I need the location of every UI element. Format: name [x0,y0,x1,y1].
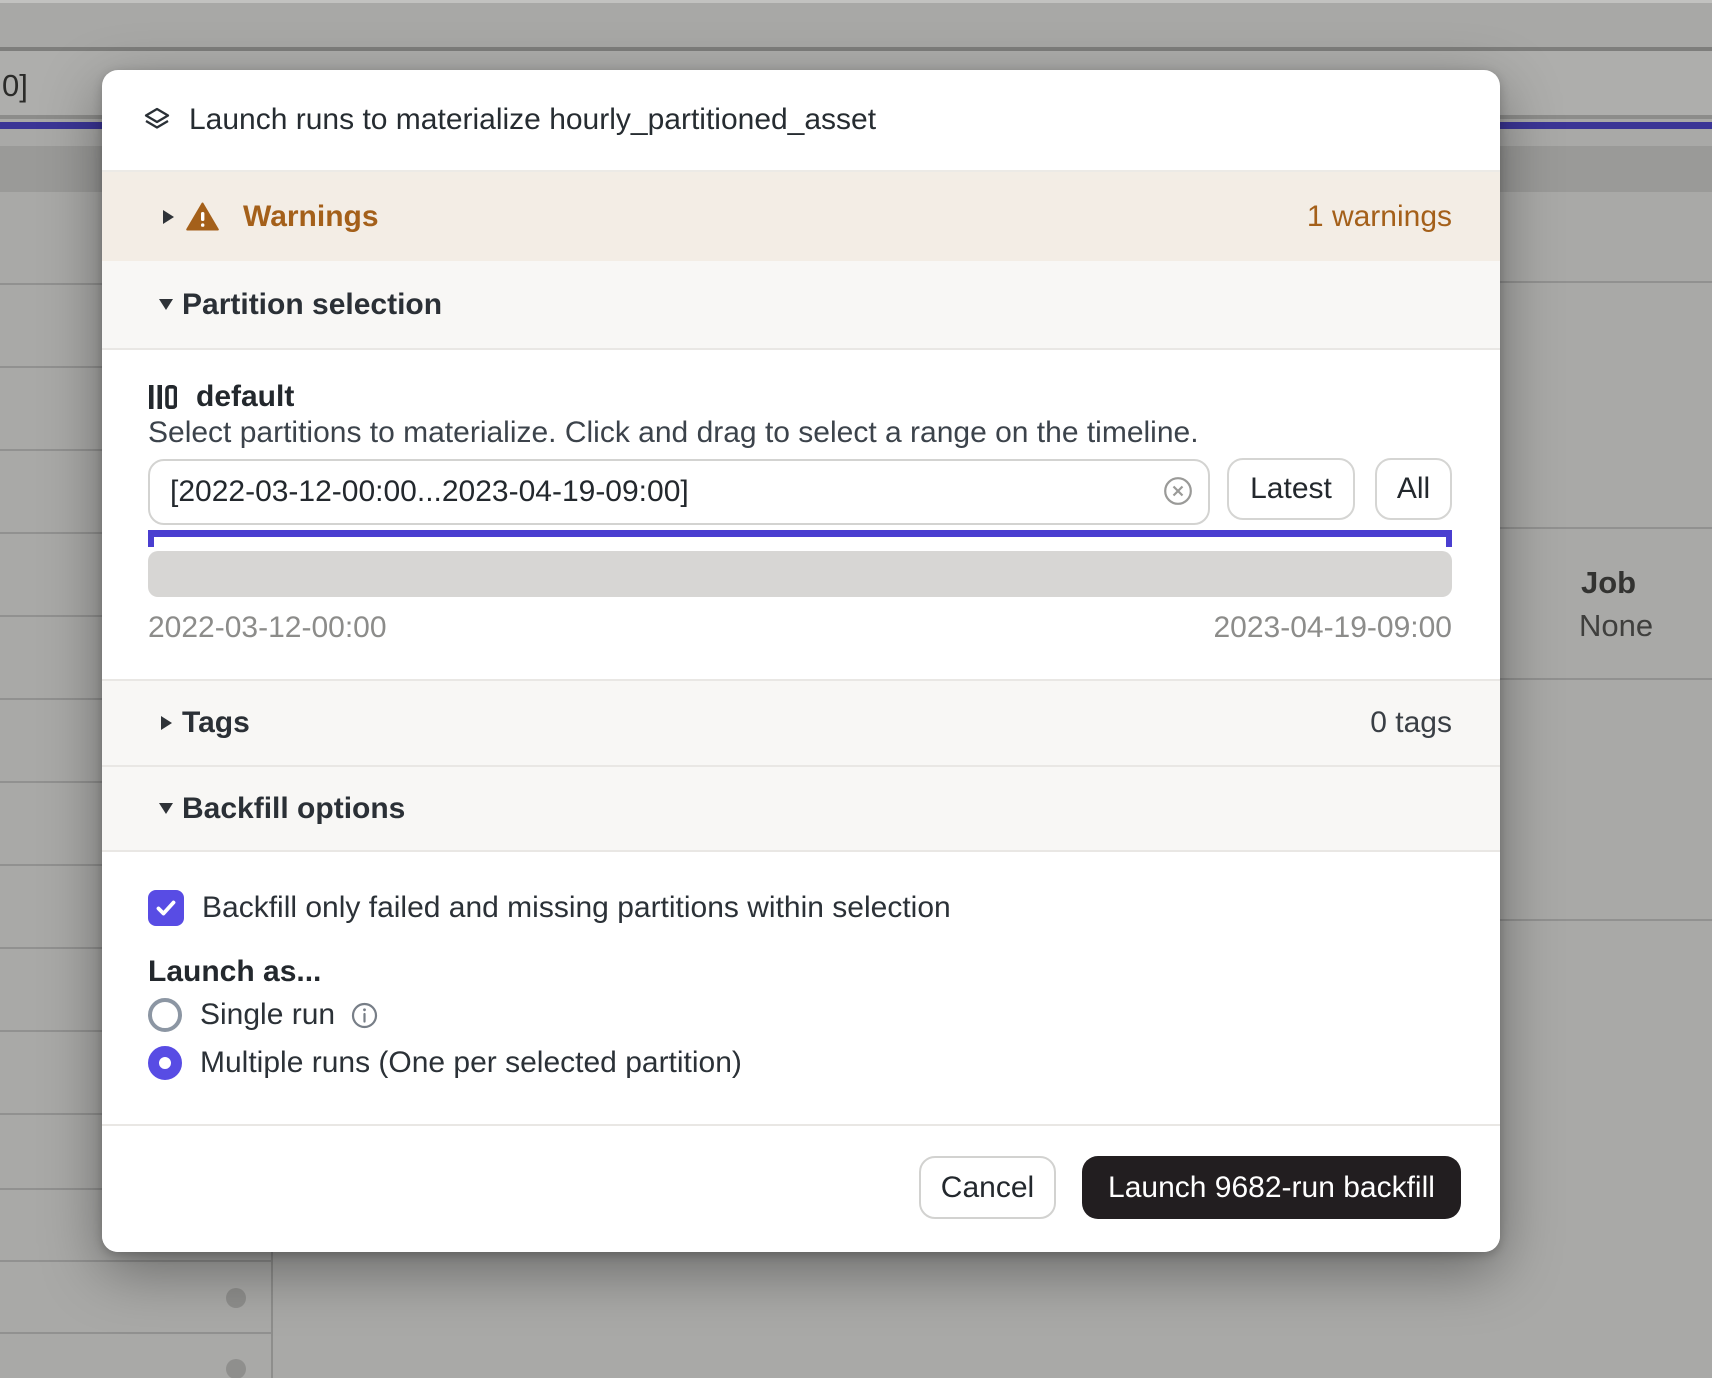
partition-set-name: default [196,380,294,414]
bg-table-row-line [0,781,102,783]
bg-table-row-line [0,947,102,949]
single-run-row: Single run [148,998,378,1032]
bg-table-row-line [1500,281,1712,283]
warnings-count: 1 warnings [1307,200,1452,234]
multiple-runs-label: Multiple runs (One per selected partitio… [200,1046,742,1080]
bg-column-divider [271,1250,273,1378]
warning-triangle-icon [186,202,219,231]
bg-table-row-line [0,1113,102,1115]
bg-job-column-label: Job [1581,565,1636,601]
layers-icon [143,106,171,134]
bg-toolbar-band [0,3,1712,47]
all-button[interactable]: All [1375,458,1452,520]
partition-selection-label: Partition selection [182,288,442,322]
backfill-options-label: Backfill options [182,792,405,826]
bg-table-row-line [1500,678,1712,680]
timeline-right-tick [1446,530,1452,547]
single-run-radio[interactable] [148,998,182,1032]
tags-count: 0 tags [1370,706,1452,740]
bg-table-row-line [0,864,102,866]
bg-table-row-line [1500,527,1712,529]
multiple-runs-radio[interactable] [148,1046,182,1080]
bg-table-row-line [0,698,102,700]
chevron-down-icon[interactable] [158,299,174,310]
warnings-label: Warnings [243,200,379,234]
dialog-titlebar: Launch runs to materialize hourly_partit… [102,70,1500,170]
launch-backfill-dialog: Launch runs to materialize hourly_partit… [102,70,1500,1252]
chevron-right-icon[interactable] [160,210,176,224]
timeline-track[interactable] [148,551,1452,597]
bg-table-row-line [0,615,102,617]
bg-table-row-line [0,1332,272,1334]
partition-set-icon [148,384,177,410]
info-icon[interactable] [351,1002,378,1029]
partition-selection-section-header[interactable]: Partition selection [102,261,1500,350]
timeline-start-label: 2022-03-12-00:00 [148,611,387,645]
cancel-button[interactable]: Cancel [919,1156,1056,1219]
partition-helper-text: Select partitions to materialize. Click … [148,416,1199,450]
backfill-only-failed-row: Backfill only failed and missing partiti… [148,890,951,926]
dialog-title: Launch runs to materialize hourly_partit… [189,103,876,137]
launch-as-label: Launch as... [148,955,321,989]
timeline-end-label: 2023-04-19-09:00 [1213,611,1452,645]
bg-truncated-text: 0] [2,68,28,104]
bg-table-row-line [0,1260,272,1262]
backfill-only-failed-label: Backfill only failed and missing partiti… [202,891,951,925]
partition-set-row: default [148,380,294,414]
clear-input-icon[interactable] [1162,476,1194,508]
backfill-options-body: Backfill only failed and missing partiti… [102,852,1500,1124]
bg-table-row-line [0,283,102,285]
bg-table-row-line [0,532,102,534]
partition-selection-body: default Select partitions to materialize… [102,350,1500,679]
launch-backfill-button[interactable]: Launch 9682-run backfill [1082,1156,1461,1219]
tags-section-header[interactable]: Tags 0 tags [102,679,1500,767]
bg-table-row-line [0,449,102,451]
dialog-footer: Cancel Launch 9682-run backfill [102,1124,1500,1252]
bg-table-row-line [0,1030,102,1032]
timeline-labels: 2022-03-12-00:00 2023-04-19-09:00 [148,611,1452,645]
partition-range-input[interactable] [148,459,1210,525]
bg-table-row-line [0,366,102,368]
bg-table-row-line [0,1188,102,1190]
multiple-runs-row: Multiple runs (One per selected partitio… [148,1046,742,1080]
single-run-label: Single run [200,998,335,1032]
chevron-down-icon[interactable] [158,803,174,814]
timeline-selection-line[interactable] [148,530,1452,537]
tags-label: Tags [182,706,250,740]
bg-status-dot [226,1359,246,1378]
warnings-section-header[interactable]: Warnings 1 warnings [102,170,1500,261]
chevron-right-icon[interactable] [158,716,174,730]
backfill-only-failed-checkbox[interactable] [148,890,184,926]
bg-table-row-line [1500,919,1712,921]
bg-status-dot [226,1288,246,1308]
timeline-left-tick [148,530,154,547]
backfill-options-section-header[interactable]: Backfill options [102,767,1500,852]
latest-button[interactable]: Latest [1227,458,1355,520]
bg-job-column-value: None [1579,608,1653,644]
